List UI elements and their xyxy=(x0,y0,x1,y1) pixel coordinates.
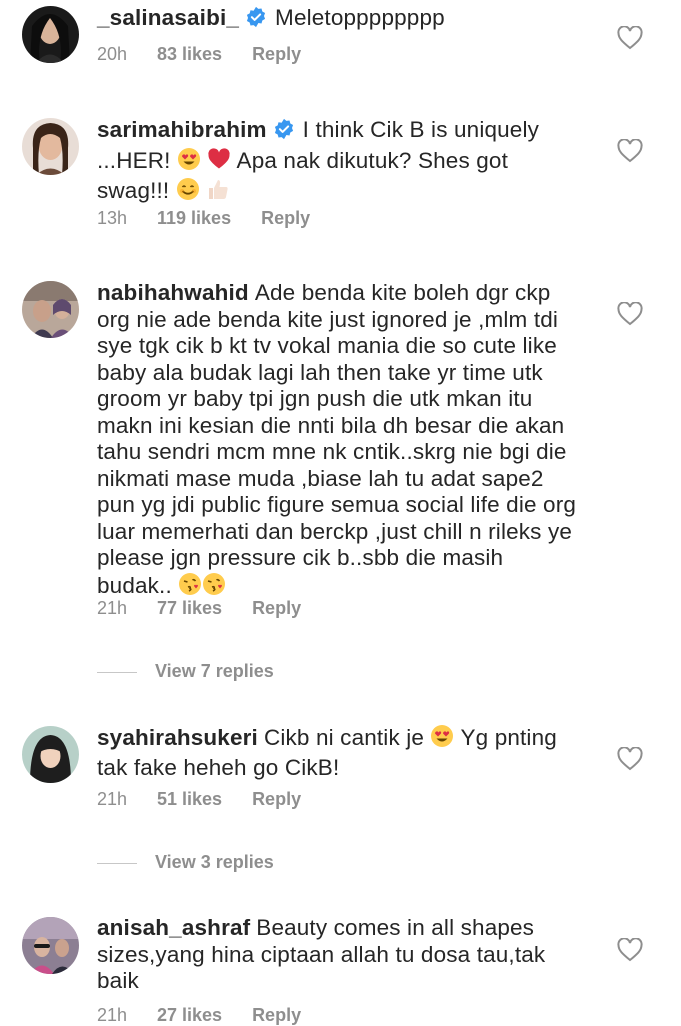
comment-text: Meletopppppppp xyxy=(275,5,445,30)
avatar[interactable] xyxy=(22,281,79,338)
username[interactable]: syahirahsukeri xyxy=(97,725,258,750)
avatar[interactable] xyxy=(22,917,79,974)
heart-eyes-emoji xyxy=(430,724,454,755)
comment-body: _salinasaibi_ Meletopppppppp xyxy=(97,5,577,35)
red-heart-emoji xyxy=(207,147,231,178)
heart-outline-icon[interactable] xyxy=(617,937,643,962)
comment-meta: 21h 51 likes Reply xyxy=(97,789,301,810)
likes-count[interactable]: 27 likes xyxy=(157,1005,222,1026)
reply-button[interactable]: Reply xyxy=(252,1005,301,1026)
comment-body: syahirahsukeri Cikb ni cantik je Yg pntin… xyxy=(97,724,577,781)
heart-outline-icon[interactable] xyxy=(617,25,643,50)
comment-body: anisah_ashraf Beauty comes in all shapes … xyxy=(97,915,577,995)
view-replies-button[interactable]: View 3 replies xyxy=(97,852,274,873)
reply-button[interactable]: Reply xyxy=(261,208,310,229)
username[interactable]: nabihahwahid xyxy=(97,280,249,305)
comment-meta: 20h 83 likes Reply xyxy=(97,44,301,65)
view-replies-button[interactable]: View 7 replies xyxy=(97,661,274,682)
heart-outline-icon[interactable] xyxy=(617,746,643,771)
avatar[interactable] xyxy=(22,726,79,783)
reply-button[interactable]: Reply xyxy=(252,789,301,810)
reply-button[interactable]: Reply xyxy=(252,44,301,65)
comment-text: Cikb ni cantik je xyxy=(263,725,425,750)
heart-outline-icon[interactable] xyxy=(617,301,643,326)
timestamp: 21h xyxy=(97,789,128,809)
reply-button[interactable]: Reply xyxy=(252,598,301,619)
comment-meta: 21h 27 likes Reply xyxy=(97,1005,301,1026)
comment-meta: 21h 77 likes Reply xyxy=(97,598,301,619)
avatar[interactable] xyxy=(22,118,79,175)
likes-count[interactable]: 83 likes xyxy=(157,44,222,65)
comment-text: Ade benda kite boleh dgr ckp org nie ade… xyxy=(97,280,577,598)
timestamp: 21h xyxy=(97,1005,128,1025)
thumbs-up-emoji xyxy=(206,177,230,208)
likes-count[interactable]: 119 likes xyxy=(157,208,231,229)
comment-body: sarimahibrahim I think Cik B is uniquely … xyxy=(97,117,577,208)
comment-body: nabihahwahid Ade benda kite boleh dgr ckp… xyxy=(97,280,577,602)
heart-outline-icon[interactable] xyxy=(617,138,643,163)
username[interactable]: _salinasaibi_ xyxy=(97,5,239,30)
divider xyxy=(97,862,137,864)
likes-count[interactable]: 51 likes xyxy=(157,789,222,810)
likes-count[interactable]: 77 likes xyxy=(157,598,222,619)
username[interactable]: sarimahibrahim xyxy=(97,117,267,142)
verified-badge-icon xyxy=(245,6,267,35)
divider xyxy=(97,671,137,673)
view-replies-label[interactable]: View 7 replies xyxy=(155,661,274,681)
username[interactable]: anisah_ashraf xyxy=(97,915,250,940)
verified-badge-icon xyxy=(273,118,295,147)
comment-meta: 13h 119 likes Reply xyxy=(97,208,310,229)
smiling-face-emoji xyxy=(176,177,200,208)
timestamp: 21h xyxy=(97,598,128,618)
avatar[interactable] xyxy=(22,6,79,63)
view-replies-label[interactable]: View 3 replies xyxy=(155,852,274,872)
heart-eyes-emoji xyxy=(177,147,201,178)
timestamp: 13h xyxy=(97,208,128,228)
timestamp: 20h xyxy=(97,44,128,64)
